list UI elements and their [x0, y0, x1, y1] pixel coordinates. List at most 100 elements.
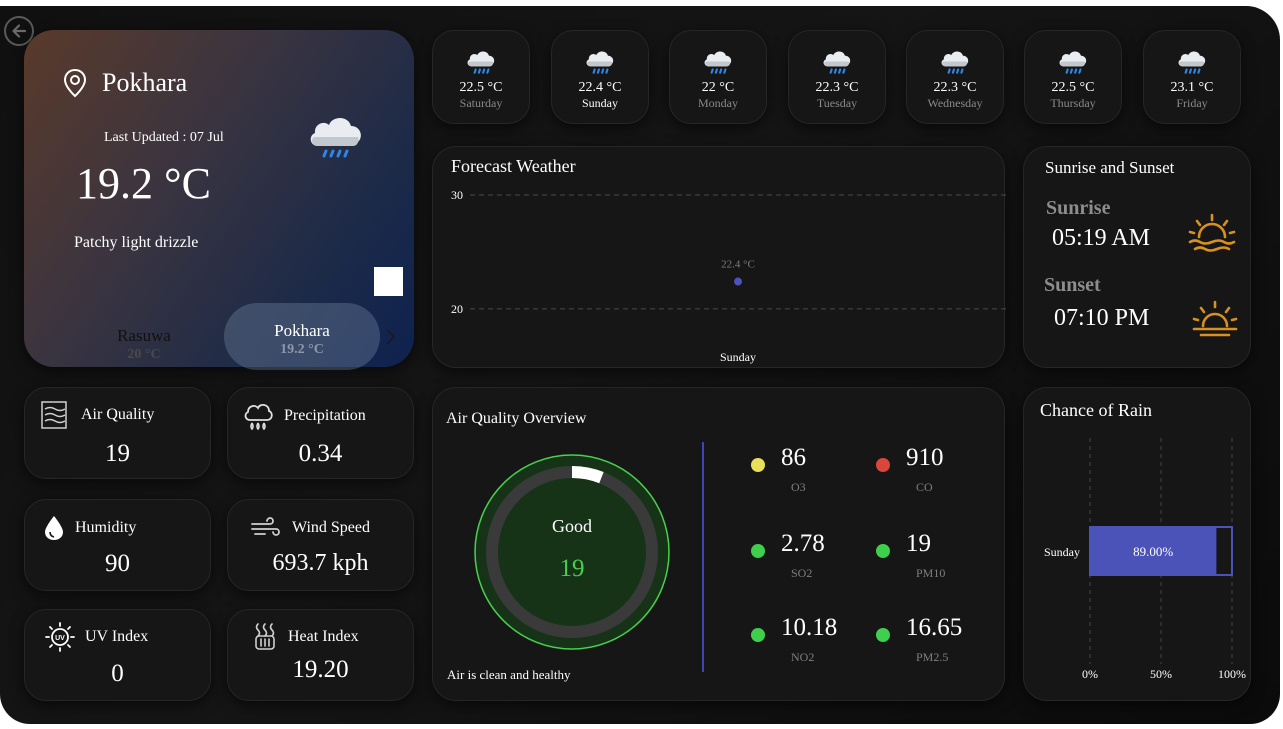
location-option-pokhara[interactable]: Pokhara 19.2 °C [224, 303, 380, 370]
day-name: Sunday [582, 96, 618, 110]
chance-of-rain-chart: 0% 50% 100% 89.00% Sunday [1044, 438, 1246, 681]
day-temp: 22 °C [701, 80, 735, 95]
day-temp: 22.3 °C [933, 80, 977, 95]
sunset-label: Sunset [1044, 274, 1101, 296]
metric-value: 0.34 [298, 440, 343, 467]
y-tick-label: Sunday [1044, 545, 1080, 559]
day-temp: 22.4 °C [578, 80, 622, 95]
sunset-time: 07:10 PM [1054, 305, 1150, 331]
metric-value: 19.20 [292, 656, 349, 683]
sunrise-time: 05:19 AM [1052, 225, 1151, 251]
pollutant-value: 2.78 [781, 530, 825, 557]
metric-label: Wind Speed [292, 519, 371, 536]
uv-sun-icon: UV [45, 622, 75, 652]
cloud-rain-icon [310, 118, 361, 158]
arrow-left-icon [12, 24, 27, 38]
aq-status: Good [552, 516, 592, 536]
day-card[interactable]: 22.3 °C Wednesday [906, 30, 1004, 124]
pollutant-name: PM2.5 [916, 650, 949, 664]
uv-index-card: UV UV Index 0 [24, 609, 211, 701]
day-card[interactable]: 23.1 °C Friday [1143, 30, 1241, 124]
day-card[interactable]: 22 °C Monday [669, 30, 767, 124]
humidity-card: Humidity 90 [24, 499, 211, 591]
pollutant-value: 910 [906, 444, 944, 471]
pollutant-name: NO2 [791, 650, 815, 664]
day-temp: 23.1 °C [1170, 80, 1214, 95]
day-card[interactable]: 22.5 °C Saturday [432, 30, 530, 124]
x-tick-label: Sunday [720, 350, 756, 364]
metric-value: 90 [105, 550, 130, 577]
current-weather-card: Pokhara Last Updated : 07 Jul 19.2 °C Pa… [24, 30, 414, 370]
heat-index-card: Heat Index 19.20 [227, 609, 414, 701]
location-option-rasuwa[interactable]: Rasuwa 20 °C [94, 326, 194, 363]
x-tick-label: 50% [1150, 667, 1172, 681]
last-updated: Last Updated : 07 Jul [104, 130, 224, 145]
placeholder-square [374, 267, 403, 296]
day-temp: 22.5 °C [1051, 80, 1095, 95]
location-name: Rasuwa [117, 326, 171, 345]
pollutant-value: 86 [781, 444, 806, 471]
cloud-rain-icon [823, 51, 851, 74]
data-point[interactable] [734, 277, 742, 286]
pollutant-name: CO [916, 480, 933, 494]
cloud-rain-icon [1059, 51, 1087, 74]
heat-icon [255, 623, 275, 650]
day-temp: 22.5 °C [459, 80, 503, 95]
cloud-rain-icon [586, 51, 614, 74]
wind-speed-card: Wind Speed 693.7 kph [227, 499, 414, 591]
forecast-weather-card: Forecast Weather 30 20 Sunday 22.4 °C [432, 146, 1006, 368]
day-name: Tuesday [816, 96, 858, 110]
day-name: Wednesday [927, 96, 983, 110]
pollutant-name: SO2 [791, 566, 813, 580]
pollutant-status-dot [751, 628, 765, 642]
pollutant-status-dot [751, 544, 765, 558]
x-tick-label: 0% [1082, 667, 1098, 681]
pollutant-name: PM10 [916, 566, 946, 580]
weather-dashboard: Pokhara Last Updated : 07 Jul 19.2 °C Pa… [0, 6, 1280, 724]
sunrise-label: Sunrise [1046, 197, 1111, 219]
pollutant-value: 10.18 [781, 614, 838, 641]
metric-label: Precipitation [284, 407, 366, 424]
metric-label: Humidity [75, 519, 137, 536]
day-card[interactable]: 22.5 °C Thursday [1024, 30, 1122, 124]
pollutant-status-dot [876, 628, 890, 642]
metric-value: 693.7 kph [272, 550, 369, 576]
location-pin-icon [63, 68, 87, 98]
forecast-chart: 30 20 Sunday 22.4 °C [451, 188, 1006, 364]
pollutant-status-dot [876, 458, 890, 472]
day-name: Saturday [459, 96, 503, 110]
sunrise-sunset-card: Sunrise and Sunset Sunrise 05:19 AM Suns… [1023, 146, 1251, 368]
data-label: 22.4 °C [721, 259, 755, 271]
y-tick-label: 20 [451, 302, 463, 316]
day-name: Friday [1176, 96, 1208, 110]
metric-value: 0 [111, 660, 124, 687]
air-quality-overview-card: Air Quality Overview Good 19 Air is clea… [432, 387, 1005, 701]
metric-label: Heat Index [288, 628, 359, 645]
location-temp: 19.2 °C [280, 342, 324, 357]
y-tick-label: 30 [451, 188, 463, 202]
svg-text:UV: UV [55, 635, 65, 642]
cloud-rain-icon [1178, 51, 1206, 74]
location-name: Pokhara [274, 321, 330, 340]
precipitation-card: Precipitation 0.34 [227, 387, 414, 479]
card-title: Sunrise and Sunset [1045, 158, 1175, 177]
current-temperature: 19.2 °C [76, 159, 211, 208]
cloud-rain-icon [244, 404, 273, 431]
day-card[interactable]: 22.4 °C Sunday [551, 30, 649, 124]
pollutant-value: 19 [906, 530, 931, 557]
day-card[interactable]: 22.3 °C Tuesday [788, 30, 886, 124]
pollutant-value: 16.65 [906, 614, 963, 641]
aq-value: 19 [559, 555, 585, 582]
chevron-right-icon[interactable] [384, 328, 396, 346]
wind-icon [251, 517, 280, 536]
x-tick-label: 100% [1218, 667, 1246, 681]
air-quality-card: Air Quality 19 [24, 387, 211, 479]
day-name: Monday [698, 96, 738, 110]
water-drop-icon [45, 516, 63, 540]
gauge-progress-arc [571, 466, 604, 484]
city-name: Pokhara [102, 68, 188, 97]
sunrise-icon [1188, 213, 1236, 252]
metric-label: Air Quality [81, 406, 155, 423]
air-quality-gauge [474, 454, 670, 650]
weather-condition: Patchy light drizzle [74, 234, 199, 251]
